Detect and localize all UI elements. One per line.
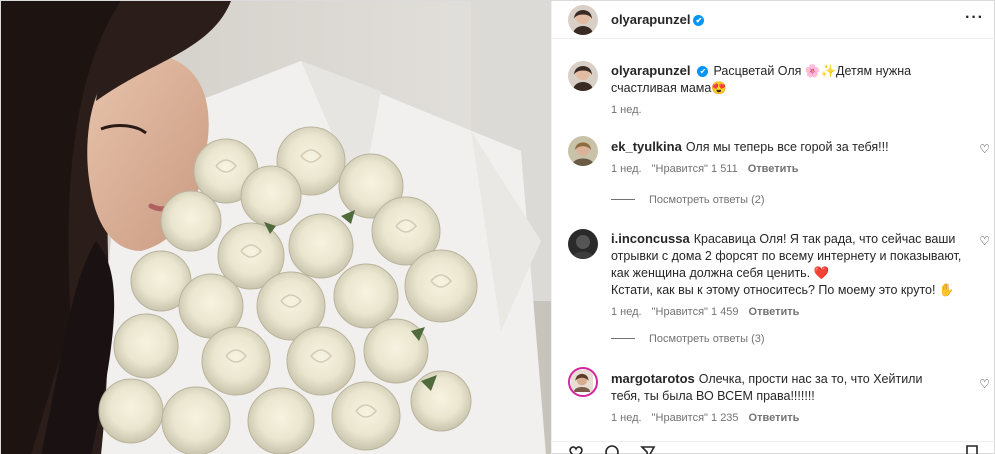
commenter-avatar[interactable]	[568, 136, 598, 166]
commenter-avatar[interactable]	[568, 229, 598, 259]
author-avatar[interactable]	[568, 5, 598, 35]
avatar-image	[568, 61, 598, 91]
view-replies-text[interactable]: Посмотреть ответы (3)	[649, 333, 765, 345]
like-comment-heart-icon[interactable]: ♡	[979, 142, 990, 156]
comment-author[interactable]: i.inconcussa	[611, 231, 690, 246]
view-replies-button[interactable]: Посмотреть ответы (3)	[611, 333, 765, 345]
comment-author[interactable]: margotarotos	[611, 371, 695, 386]
caption-body: olyarapunzel ✔ Расцветай Оля 🌸✨Детям нужна…	[611, 62, 931, 119]
comment-likes[interactable]: "Нравится" 1 235	[652, 412, 739, 424]
avatar-image	[571, 370, 593, 392]
reply-button[interactable]: Ответить	[749, 412, 800, 424]
heart-icon[interactable]	[568, 444, 584, 454]
comment-meta: 1 нед. "Нравится" 1 459 Ответить	[611, 304, 981, 321]
comment-time[interactable]: 1 нед.	[611, 412, 642, 424]
reply-button[interactable]: Ответить	[748, 163, 799, 175]
view-replies-text[interactable]: Посмотреть ответы (2)	[649, 194, 765, 206]
avatar-image	[568, 136, 598, 166]
caption-meta: 1 нед.	[611, 102, 931, 119]
post-action-bar	[552, 441, 995, 454]
comment-time[interactable]: 1 нед.	[611, 306, 642, 318]
comment-body: margotarotos Олечка, прости нас за то, чт…	[611, 370, 941, 427]
instagram-post-view: olyarapunzel ✔ ··· olyarapunzel ✔ Расцветай…	[0, 0, 995, 454]
caption-author[interactable]: olyarapunzel	[611, 63, 690, 78]
comment-author[interactable]: ek_tyulkina	[611, 139, 682, 154]
comment-body: i.inconcussa Красавица Оля! Я так рада, ч…	[611, 230, 981, 321]
share-icon[interactable]	[640, 444, 656, 454]
comment-time[interactable]: 1 нед.	[611, 163, 642, 175]
post-header: olyarapunzel ✔ ···	[552, 1, 995, 39]
avatar-image	[568, 229, 598, 259]
like-comment-heart-icon[interactable]: ♡	[979, 377, 990, 391]
photo-woman-with-roses	[1, 1, 551, 454]
avatar-image	[568, 5, 598, 35]
caption-author-avatar[interactable]	[568, 61, 598, 91]
author-username-text[interactable]: olyarapunzel	[611, 12, 690, 27]
post-photo[interactable]	[1, 1, 551, 454]
verified-badge-icon: ✔	[693, 15, 705, 26]
author-username[interactable]: olyarapunzel ✔	[611, 12, 705, 27]
reply-button[interactable]: Ответить	[749, 306, 800, 318]
comment-meta: 1 нед. "Нравится" 1 511 Ответить	[611, 161, 966, 178]
caption-time[interactable]: 1 нед.	[611, 104, 642, 116]
replies-divider-line	[611, 338, 635, 339]
comment-body: ek_tyulkina Оля мы теперь все горой за те…	[611, 138, 966, 178]
comment-text: Оля мы теперь все горой за тебя!!!	[685, 140, 889, 154]
comment-likes[interactable]: "Нравится" 1 511	[652, 163, 738, 175]
comment-text-continued: Кстати, как вы к этому относитесь? По мо…	[611, 283, 955, 297]
like-comment-heart-icon[interactable]: ♡	[979, 234, 990, 248]
bookmark-icon[interactable]	[964, 444, 980, 454]
more-options-icon[interactable]: ···	[965, 9, 984, 27]
post-detail-panel: olyarapunzel ✔ ··· olyarapunzel ✔ Расцветай…	[551, 1, 995, 454]
verified-badge-icon: ✔	[697, 66, 709, 77]
comment-icon[interactable]	[604, 444, 620, 454]
commenter-avatar-story-ring[interactable]	[568, 367, 598, 397]
view-replies-button[interactable]: Посмотреть ответы (2)	[611, 194, 765, 206]
comment-likes[interactable]: "Нравится" 1 459	[652, 306, 739, 318]
replies-divider-line	[611, 199, 635, 200]
comment-meta: 1 нед. "Нравится" 1 235 Ответить	[611, 410, 941, 427]
